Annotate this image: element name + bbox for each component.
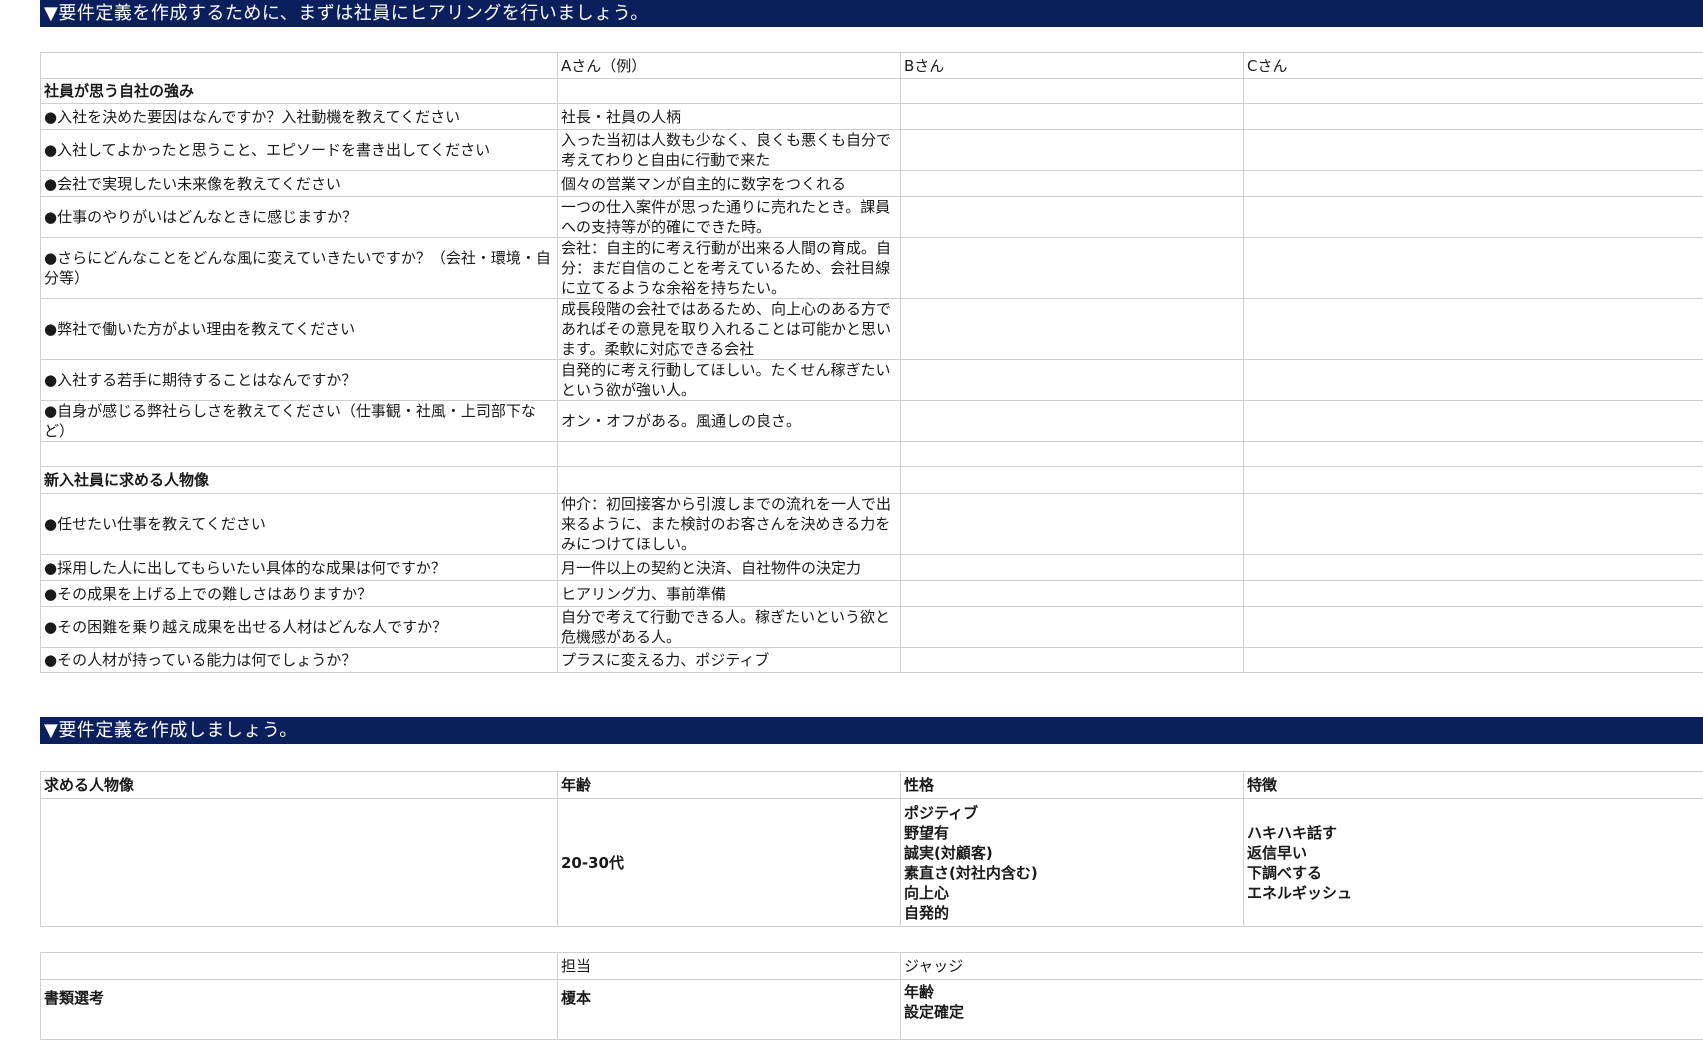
header-cell-empty [41, 53, 558, 79]
table-header-row: Aさん（例） Bさん Cさん [41, 53, 1703, 79]
requirements-header-row: 求める人物像 年齢 性格 特徴 [41, 772, 1703, 799]
question-cell: ●自身が感じる弊社らしさを教えてください（仕事観・社風・上司部下など） [41, 401, 558, 442]
answer-cell: 社長・社員の人柄 [558, 104, 901, 130]
question-cell: ●任せたい仕事を教えてください [41, 494, 558, 555]
header-cell-c: Cさん [1244, 53, 1703, 79]
section-banner-requirements: ▼要件定義を作成しましょう。 [40, 717, 1703, 744]
answer-cell: 自発的に考え行動してほしい。たくせん稼ぎたいという欲が強い人。 [558, 360, 901, 401]
question-cell: ●入社する若手に期待することはなんですか？ [41, 360, 558, 401]
age-value: 20-30代 [558, 799, 901, 927]
question-cell: ●会社で実現したい未来像を教えてください [41, 171, 558, 197]
table-row: ●さらにどんなことをどんな風に変えていきたいですか？（会社・環境・自分等） 会社… [41, 238, 1703, 299]
question-cell: ●その困難を乗り越え成果を出せる人材はどんな人ですか？ [41, 607, 558, 648]
question-cell: ●弊社で働いた方がよい理由を教えてください [41, 299, 558, 360]
section-title-strengths: 社員が思う自社の強み [41, 79, 558, 104]
hearing-table: Aさん（例） Bさん Cさん 社員が思う自社の強み ●入社を決めた要因はなんです… [40, 52, 1703, 673]
table-row: ●入社を決めた要因はなんですか？入社動機を教えてください 社長・社員の人柄 [41, 104, 1703, 130]
section-banner-hearing: ▼要件定義を作成するために、まずは社員にヒアリングを行いましょう。 [40, 0, 1703, 27]
requirements-row: 20-30代 ポジティブ 野望有 誠実(対顧客) 素直さ(対社内含む) 向上心 … [41, 799, 1703, 927]
answer-cell: 入った当初は人数も少なく、良くも悪くも自分で考えてわりと自由に行動で来た [558, 130, 901, 171]
answer-cell: プラスに変える力、ポジティブ [558, 648, 901, 673]
header-ideal-person: 求める人物像 [41, 772, 558, 799]
answer-cell: 成長段階の会社ではあるため、向上心のある方であればその意見を取り入れることは可能… [558, 299, 901, 360]
selection-header-row: 担当 ジャッジ [41, 953, 1703, 980]
section-title-row: 社員が思う自社の強み [41, 79, 1703, 104]
table-row: ●その成果を上げる上での難しさはありますか？ ヒアリング力、事前準備 [41, 581, 1703, 607]
question-cell: ●その成果を上げる上での難しさはありますか？ [41, 581, 558, 607]
answer-cell: オン・オフがある。風通しの良さ。 [558, 401, 901, 442]
question-cell: ●その人材が持っている能力は何でしょうか？ [41, 648, 558, 673]
table-row: ●弊社で働いた方がよい理由を教えてください 成長段階の会社ではあるため、向上心の… [41, 299, 1703, 360]
table-row: ●入社してよかったと思うこと、エピソードを書き出してください 入った当初は人数も… [41, 130, 1703, 171]
header-personality: 性格 [901, 772, 1244, 799]
table-row: ●その困難を乗り越え成果を出せる人材はどんな人ですか？ 自分で考えて行動できる人… [41, 607, 1703, 648]
answer-cell: 月一件以上の契約と決済、自社物件の決定力 [558, 555, 901, 581]
table-row: ●入社する若手に期待することはなんですか？ 自発的に考え行動してほしい。たくせん… [41, 360, 1703, 401]
question-cell: ●仕事のやりがいはどんなときに感じますか？ [41, 197, 558, 238]
table-row: ●自身が感じる弊社らしさを教えてください（仕事観・社風・上司部下など） オン・オ… [41, 401, 1703, 442]
answer-cell: 会社：自主的に考え行動が出来る人間の育成。自分：まだ自信のことを考えているため、… [558, 238, 901, 299]
table-row: ●採用した人に出してもらいたい具体的な成果は何ですか？ 月一件以上の契約と決済、… [41, 555, 1703, 581]
answer-cell: 個々の営業マンが自主的に数字をつくれる [558, 171, 901, 197]
selection-header-empty [41, 953, 558, 980]
header-cell-a: Aさん（例） [558, 53, 901, 79]
selection-table: 担当 ジャッジ 書類選考 榎本 年齢 設定確定 [40, 952, 1703, 1040]
header-judge: ジャッジ [901, 953, 1703, 980]
personality-list: ポジティブ 野望有 誠実(対顧客) 素直さ(対社内含む) 向上心 自発的 [901, 799, 1244, 927]
answer-cell: ヒアリング力、事前準備 [558, 581, 901, 607]
question-cell: ●入社を決めた要因はなんですか？入社動機を教えてください [41, 104, 558, 130]
table-row: ●仕事のやりがいはどんなときに感じますか？ 一つの仕入案件が思った通りに売れたと… [41, 197, 1703, 238]
header-person-in-charge: 担当 [558, 953, 901, 980]
table-row: ●会社で実現したい未来像を教えてください 個々の営業マンが自主的に数字をつくれる [41, 171, 1703, 197]
empty-row [41, 442, 1703, 467]
answer-cell: 一つの仕入案件が思った通りに売れたとき。課員への支持等が的確にできた時。 [558, 197, 901, 238]
question-cell: ●採用した人に出してもらいたい具体的な成果は何ですか？ [41, 555, 558, 581]
answer-cell: 仲介：初回接客から引渡しまでの流れを一人で出来るように、また検討のお客さんを決め… [558, 494, 901, 555]
header-age: 年齢 [558, 772, 901, 799]
section-title-ideal-person: 新入社員に求める人物像 [41, 467, 558, 494]
table-row: ●その人材が持っている能力は何でしょうか？ プラスに変える力、ポジティブ [41, 648, 1703, 673]
header-features: 特徴 [1244, 772, 1703, 799]
question-cell: ●さらにどんなことをどんな風に変えていきたいですか？（会社・環境・自分等） [41, 238, 558, 299]
header-cell-b: Bさん [901, 53, 1244, 79]
question-cell: ●入社してよかったと思うこと、エピソードを書き出してください [41, 130, 558, 171]
section-title-row: 新入社員に求める人物像 [41, 467, 1703, 494]
requirements-table: 求める人物像 年齢 性格 特徴 20-30代 ポジティブ 野望有 誠実(対顧客)… [40, 771, 1703, 927]
features-list: ハキハキ話す 返信早い 下調べする エネルギッシュ [1244, 799, 1703, 927]
answer-cell: 自分で考えて行動できる人。稼ぎたいという欲と危機感がある人。 [558, 607, 901, 648]
table-row: ●任せたい仕事を教えてください 仲介：初回接客から引渡しまでの流れを一人で出来る… [41, 494, 1703, 555]
